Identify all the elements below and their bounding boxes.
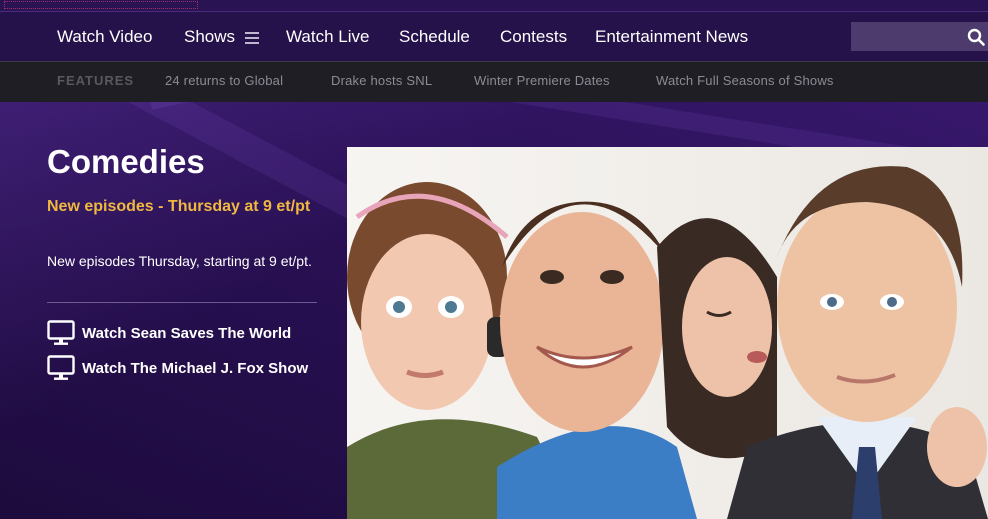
cast-photo <box>347 147 988 519</box>
page-title: Comedies <box>47 143 205 180</box>
hero-image[interactable] <box>347 147 988 519</box>
watch-michael-j-fox-show-link[interactable]: Watch The Michael J. Fox Show <box>47 355 308 381</box>
hamburger-icon[interactable] <box>245 32 259 44</box>
feature-link-drake-snl[interactable]: Drake hosts SNL <box>331 73 432 88</box>
nav-item-watch-video[interactable]: Watch Video <box>57 27 152 47</box>
main-nav: Watch Video Shows Watch Live Schedule Co… <box>0 12 988 61</box>
watch-sean-saves-the-world-link[interactable]: Watch Sean Saves The World <box>47 320 291 346</box>
tv-icon <box>47 355 75 380</box>
divider <box>47 302 317 303</box>
nav-item-watch-live[interactable]: Watch Live <box>286 27 369 47</box>
tv-icon <box>47 320 75 345</box>
features-bar: FEATURES 24 returns to Global Drake host… <box>0 61 988 102</box>
features-label: FEATURES <box>57 73 135 88</box>
nav-item-shows[interactable]: Shows <box>184 27 235 47</box>
nav-item-entertainment-news[interactable]: Entertainment News <box>595 27 748 47</box>
feature-link-full-seasons[interactable]: Watch Full Seasons of Shows <box>656 73 834 88</box>
search-input[interactable] <box>851 22 963 51</box>
top-strip <box>0 0 988 12</box>
nav-item-schedule[interactable]: Schedule <box>399 27 470 47</box>
watch-link-label: Watch Sean Saves The World <box>82 324 292 342</box>
description: New episodes Thursday, starting at 9 et/… <box>47 253 312 269</box>
search-icon <box>967 28 985 46</box>
search-button[interactable] <box>963 22 988 51</box>
feature-link-24[interactable]: 24 returns to Global <box>165 73 283 88</box>
nav-item-contests[interactable]: Contests <box>500 27 567 47</box>
focus-outline <box>4 1 198 9</box>
tagline: New episodes - Thursday at 9 et/pt <box>47 198 311 215</box>
feature-link-winter-premieres[interactable]: Winter Premiere Dates <box>474 73 610 88</box>
watch-link-label: Watch The Michael J. Fox Show <box>82 359 309 377</box>
